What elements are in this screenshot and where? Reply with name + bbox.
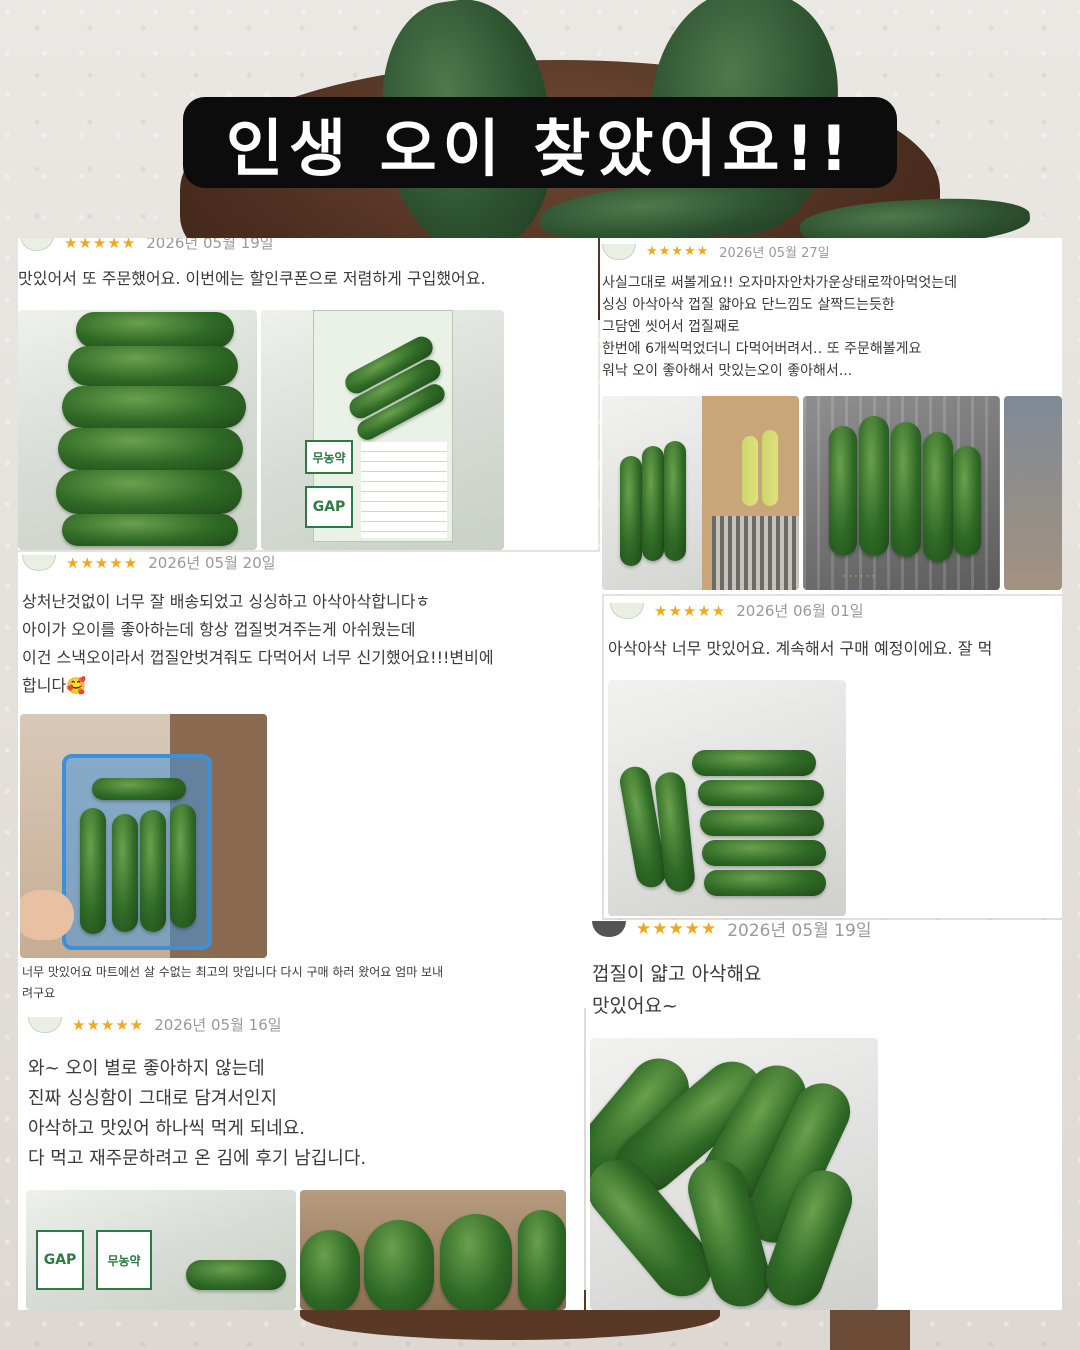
review-text: 상처난것없이 너무 잘 배송되었고 싱싱하고 아삭아삭합니다ㅎ 아이가 오이를 … bbox=[22, 592, 494, 695]
cucumber bbox=[923, 432, 953, 562]
cucumber bbox=[68, 346, 238, 386]
cucumber bbox=[170, 804, 196, 928]
cucumber bbox=[702, 840, 826, 866]
review-meta: ★★★★★ 2026년 05월 27일 bbox=[602, 242, 830, 261]
title-banner: 인생 오이 찾았어요!! bbox=[183, 97, 897, 188]
star-rating: ★★★★★ bbox=[654, 601, 727, 620]
review-text: 맛있어서 또 주문했어요. 이번에는 할인쿠폰으로 저렴하게 구입했어요. bbox=[18, 269, 486, 288]
review-photo[interactable] bbox=[300, 1190, 566, 1310]
review-photo[interactable]: GAP 무농약 bbox=[26, 1190, 296, 1310]
gap-label: GAP bbox=[36, 1230, 84, 1290]
avatar bbox=[22, 554, 56, 571]
cucumber bbox=[62, 386, 246, 428]
blue-tray bbox=[62, 754, 212, 950]
banana bbox=[762, 430, 778, 506]
cucumber bbox=[620, 456, 642, 566]
cucumber bbox=[891, 422, 921, 557]
cucumber bbox=[518, 1210, 566, 1310]
review-card: ★★★★★ 2026년 05월 16일 와~ 오이 별로 좋아하지 않는데 진짜… bbox=[18, 1008, 584, 1310]
organic-label: 무농약 bbox=[305, 440, 353, 474]
cucumber bbox=[953, 446, 981, 556]
avatar bbox=[20, 238, 54, 251]
review-text: 껍질이 얇고 아삭해요 맛있어요~ bbox=[592, 963, 762, 1017]
hand bbox=[20, 890, 74, 940]
cucumber bbox=[859, 416, 889, 556]
review-date: 2026년 05월 16일 bbox=[154, 1016, 282, 1034]
review-meta: ★★★★★ 2026년 05월 16일 bbox=[28, 1014, 282, 1035]
cucumber bbox=[76, 312, 234, 348]
star-rating: ★★★★★ bbox=[72, 1015, 145, 1034]
avatar bbox=[602, 243, 636, 260]
review-card: ★★★★★ 2026년 05월 19일 껍질이 얇고 아삭해요 맛있어요~ bbox=[586, 920, 1062, 1310]
gap-label: GAP bbox=[305, 486, 353, 528]
cucumber bbox=[364, 1220, 434, 1310]
page-title: 인생 오이 찾았어요!! bbox=[225, 111, 855, 185]
cucumber bbox=[140, 810, 166, 932]
product-info-sheet bbox=[361, 442, 447, 538]
cucumber bbox=[92, 778, 186, 800]
checkered-cloth bbox=[712, 516, 799, 590]
cucumber bbox=[642, 446, 664, 561]
review-photo[interactable]: · · · · · · bbox=[602, 396, 799, 590]
cucumber bbox=[700, 810, 824, 836]
review-date: 2026년 05월 20일 bbox=[148, 554, 276, 572]
cucumber bbox=[80, 808, 106, 934]
cucumber bbox=[186, 1260, 286, 1290]
review-date: 2026년 05월 19일 bbox=[146, 238, 274, 252]
review-date: 2026년 05월 19일 bbox=[727, 921, 872, 941]
review-meta: ★★★★★ 2026년 05월 19일 bbox=[592, 920, 871, 941]
review-meta: ★★★★★ 2026년 05월 19일 bbox=[20, 238, 274, 253]
cucumber bbox=[56, 470, 242, 514]
review-text: 와~ 오이 별로 좋아하지 않는데 진짜 싱싱함이 그대로 담겨서인지 아삭하고… bbox=[28, 1058, 367, 1169]
star-rating: ★★★★★ bbox=[64, 238, 137, 252]
cucumber bbox=[692, 750, 816, 776]
review-card: ★★★★★ 2026년 05월 19일 맛있어서 또 주문했어요. 이번에는 할… bbox=[18, 238, 598, 550]
review-date: 2026년 05월 27일 bbox=[719, 246, 830, 261]
banana bbox=[742, 436, 758, 506]
review-photo[interactable]: · · · · · · bbox=[803, 396, 1000, 590]
cucumber bbox=[112, 814, 138, 932]
cucumber bbox=[440, 1214, 512, 1310]
cucumber bbox=[300, 1230, 360, 1310]
cucumber bbox=[62, 514, 238, 546]
review-meta: ★★★★★ 2026년 05월 20일 bbox=[22, 552, 276, 573]
review-photo[interactable] bbox=[1004, 396, 1062, 590]
review-card: ★★★★★ 2026년 05월 27일 사실그대로 써볼게요!! 오자마자안차가… bbox=[600, 238, 1062, 594]
cucumber bbox=[664, 441, 686, 561]
review-card: ★★★★★ 2026년 05월 20일 상처난것없이 너무 잘 배송되었고 싱싱… bbox=[18, 552, 602, 1008]
star-rating: ★★★★★ bbox=[636, 920, 718, 939]
cucumber bbox=[58, 428, 243, 470]
review-photo[interactable]: 무농약 GAP bbox=[261, 310, 504, 550]
review-text: 너무 맛있어요 마트에선 살 수없는 최고의 맛입니다 다시 구매 하러 왔어요… bbox=[22, 965, 444, 1000]
review-photo[interactable] bbox=[608, 680, 846, 916]
review-text: 아삭아삭 너무 맛있어요. 계속해서 구매 예정이에요. 잘 먹 bbox=[608, 639, 993, 658]
avatar bbox=[592, 920, 626, 937]
star-rating: ★★★★★ bbox=[66, 553, 139, 572]
photo-timestamp: · · · · · · bbox=[843, 572, 875, 582]
cucumber bbox=[698, 780, 824, 806]
review-text: 사실그대로 써볼게요!! 오자마자안차가운상태로깍아먹엇는데 싱싱 아삭아삭 껍… bbox=[602, 275, 958, 379]
avatar bbox=[610, 602, 644, 619]
review-photo[interactable] bbox=[20, 714, 267, 958]
photo-timestamp: · · · · · · bbox=[632, 572, 664, 582]
cucumber bbox=[829, 426, 857, 556]
review-date: 2026년 06월 01일 bbox=[736, 602, 864, 620]
review-photo[interactable] bbox=[590, 1038, 878, 1310]
star-rating: ★★★★★ bbox=[646, 244, 710, 259]
review-card: ★★★★★ 2026년 06월 01일 아삭아삭 너무 맛있어요. 계속해서 구… bbox=[604, 596, 1062, 918]
avatar bbox=[28, 1016, 62, 1033]
review-photo[interactable] bbox=[18, 310, 257, 550]
review-meta: ★★★★★ 2026년 06월 01일 bbox=[610, 600, 864, 621]
organic-label: 무농약 bbox=[96, 1230, 152, 1290]
cucumber bbox=[704, 870, 826, 896]
